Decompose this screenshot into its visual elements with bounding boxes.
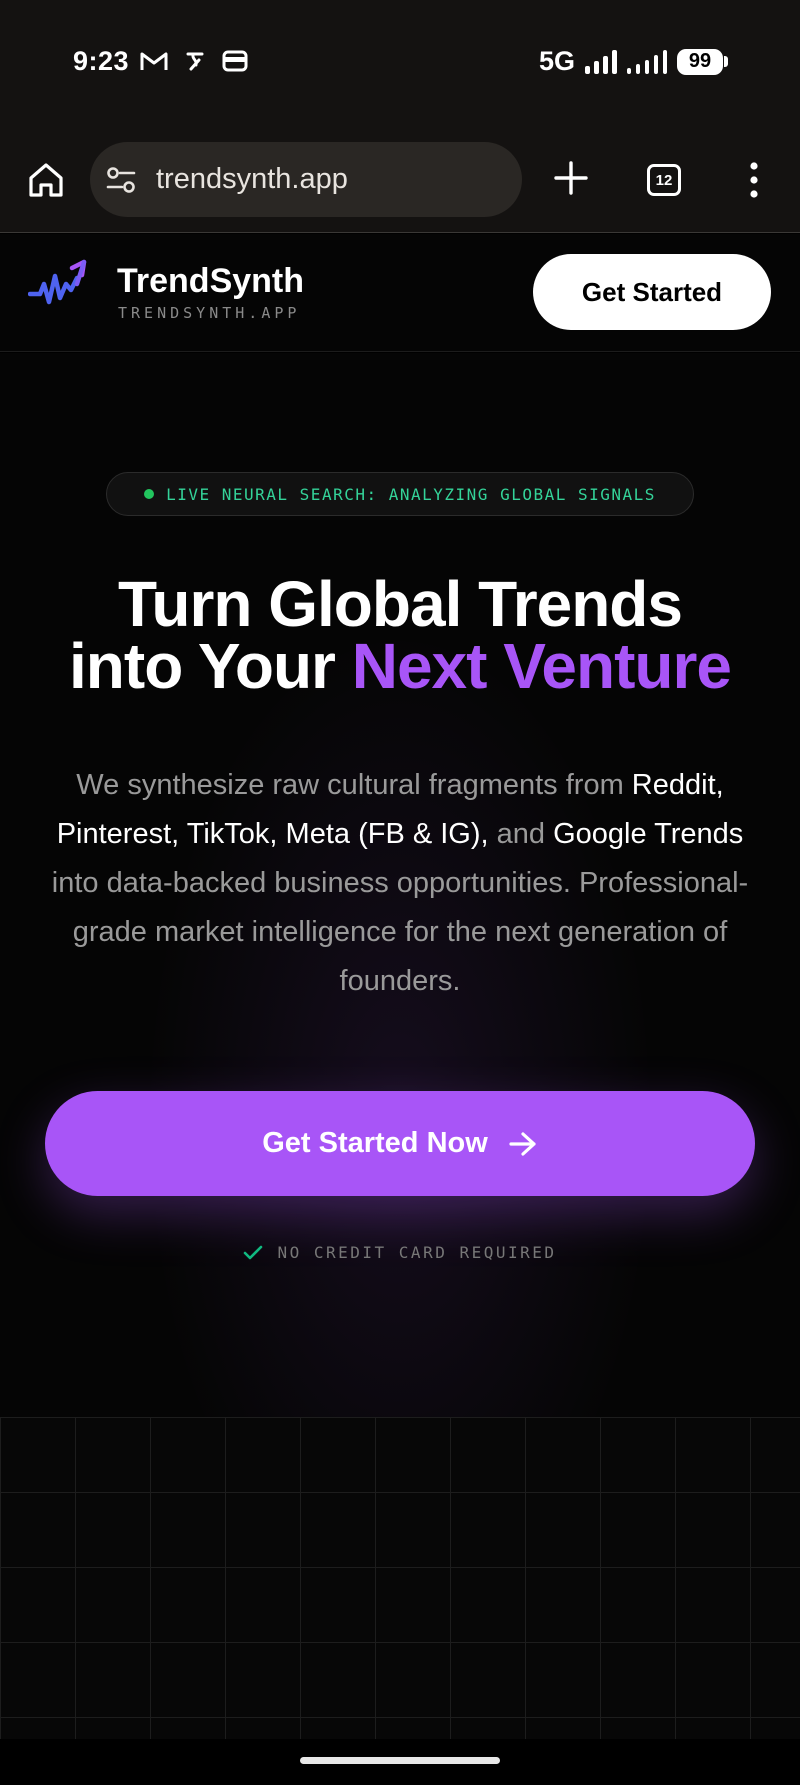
brand-name[interactable]: TrendSynth	[117, 262, 304, 301]
url-text: trendsynth.app	[156, 163, 348, 195]
tab-switcher-button[interactable]: 12	[647, 164, 681, 196]
background-grid	[0, 1417, 800, 1739]
cta-label: Get Started Now	[262, 1127, 488, 1159]
headline-accent: Next Venture	[351, 630, 732, 702]
arrow-right-icon	[509, 1131, 536, 1156]
battery-tip	[724, 56, 728, 67]
description-part2: into data-backed business opportunities.…	[51, 867, 749, 997]
hero-headline: Turn Global Trends into Your Next Ventur…	[0, 572, 800, 698]
status-bar: 9:23 5G 99	[0, 0, 800, 130]
browser-toolbar: trendsynth.app 12	[0, 130, 800, 233]
no-credit-card-text: NO CREDIT CARD REQUIRED	[277, 1243, 557, 1262]
site-settings-icon[interactable]	[104, 163, 138, 197]
home-indicator[interactable]	[300, 1757, 500, 1764]
status-time: 9:23	[73, 46, 130, 76]
no-credit-card-note: NO CREDIT CARD REQUIRED	[0, 1243, 800, 1262]
address-bar[interactable]: trendsynth.app	[90, 142, 522, 217]
new-tab-icon[interactable]	[553, 160, 589, 196]
news-icon	[186, 52, 204, 71]
hero-section: LIVE NEURAL SEARCH: ANALYZING GLOBAL SIG…	[0, 353, 800, 1417]
brand-url: TRENDSYNTH.APP	[118, 304, 301, 322]
hero-description: We synthesize raw cultural fragments fro…	[40, 761, 760, 1006]
checkmark-icon	[244, 1245, 263, 1259]
status-right: 5G 99	[539, 46, 728, 77]
signal-icon-2	[627, 49, 667, 74]
live-badge-text: LIVE NEURAL SEARCH: ANALYZING GLOBAL SIG…	[166, 484, 656, 504]
get-started-now-button[interactable]: Get Started Now	[45, 1091, 755, 1196]
gmail-icon	[140, 52, 168, 70]
trendsynth-logo-icon[interactable]	[28, 258, 92, 318]
live-status-badge: LIVE NEURAL SEARCH: ANALYZING GLOBAL SIG…	[106, 472, 694, 516]
notification-icons	[140, 50, 248, 72]
description-and: and	[488, 818, 554, 850]
signal-icon	[585, 49, 617, 74]
get-started-button[interactable]: Get Started	[533, 254, 771, 330]
more-menu-icon[interactable]	[744, 160, 764, 200]
description-part1: We synthesize raw cultural fragments fro…	[76, 769, 632, 801]
description-google: Google Trends	[553, 818, 744, 850]
battery-icon: 99	[677, 48, 728, 75]
system-nav-bar	[0, 1739, 800, 1785]
home-icon[interactable]	[26, 160, 66, 200]
live-dot-icon	[144, 489, 155, 499]
headline-line2-prefix: into Your	[69, 630, 352, 702]
network-label: 5G	[538, 46, 575, 76]
battery-level: 99	[677, 48, 723, 75]
wallet-icon	[222, 50, 248, 72]
site-header: TrendSynth TRENDSYNTH.APP Get Started	[0, 234, 800, 352]
